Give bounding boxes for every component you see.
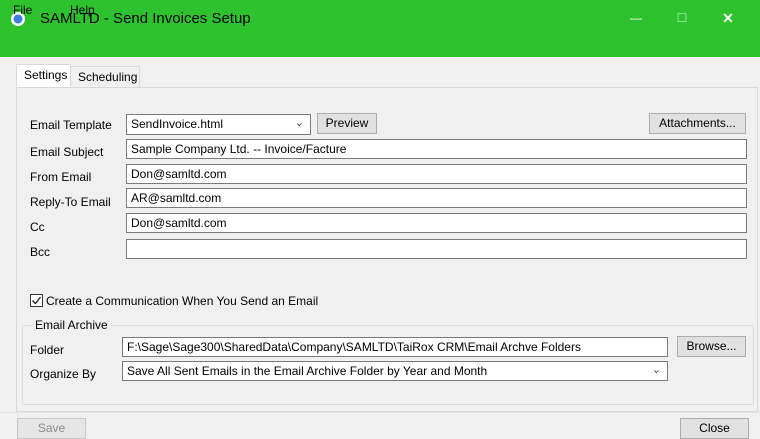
window-close-button[interactable]: ✕ (705, 4, 751, 32)
email-template-label: Email Template (30, 118, 112, 132)
menu-help[interactable]: Help (70, 3, 95, 17)
menu-file[interactable]: File (13, 3, 32, 17)
attachments-button[interactable]: Attachments... (649, 113, 746, 134)
menu-file-label: File (13, 3, 33, 17)
minimize-icon: — (630, 11, 642, 25)
chevron-down-icon: ⌄ (294, 117, 304, 129)
close-button[interactable]: Close (680, 418, 749, 439)
create-communication-label[interactable]: Create a Communication When You Send an … (46, 294, 318, 308)
minimize-button[interactable]: — (613, 4, 659, 32)
checkmark-icon (30, 291, 43, 307)
chevron-down-icon: ⌄ (651, 364, 661, 376)
cc-field[interactable]: Don@samltd.com (126, 213, 747, 233)
email-subject-field[interactable]: Sample Company Ltd. -- Invoice/Facture (126, 139, 747, 159)
menu-bar (0, 37, 760, 57)
save-button[interactable]: Save (17, 418, 86, 439)
from-email-label: From Email (30, 170, 92, 184)
tab-scheduling[interactable]: Scheduling (70, 66, 140, 88)
bcc-label: Bcc (30, 245, 51, 259)
maximize-button[interactable]: ☐ (659, 4, 705, 32)
folder-label: Folder (30, 343, 65, 357)
browse-button[interactable]: Browse... (677, 336, 746, 357)
from-email-field[interactable]: Don@samltd.com (126, 164, 747, 184)
footer-divider (0, 412, 760, 413)
email-template-select[interactable]: SendInvoice.html ⌄ (126, 114, 311, 135)
reply-to-email-field[interactable]: AR@samltd.com (126, 188, 747, 208)
organize-by-value: Save All Sent Emails in the Email Archiv… (127, 364, 488, 378)
maximize-icon: ☐ (676, 11, 688, 25)
bcc-field[interactable] (126, 239, 747, 259)
menu-help-label: Help (70, 3, 95, 17)
cc-label: Cc (30, 220, 45, 234)
email-archive-legend: Email Archive (32, 318, 111, 332)
organize-by-label: Organize By (30, 367, 97, 381)
email-subject-label: Email Subject (30, 145, 104, 159)
archive-folder-field[interactable]: F:\Sage\Sage300\SharedData\Company\SAMLT… (122, 337, 668, 357)
organize-by-select[interactable]: Save All Sent Emails in the Email Archiv… (122, 361, 668, 381)
tab-settings[interactable]: Settings (16, 64, 71, 87)
reply-to-email-label: Reply-To Email (30, 195, 111, 209)
email-template-value: SendInvoice.html (131, 117, 224, 131)
preview-button[interactable]: Preview (317, 113, 377, 134)
close-icon: ✕ (722, 10, 734, 26)
